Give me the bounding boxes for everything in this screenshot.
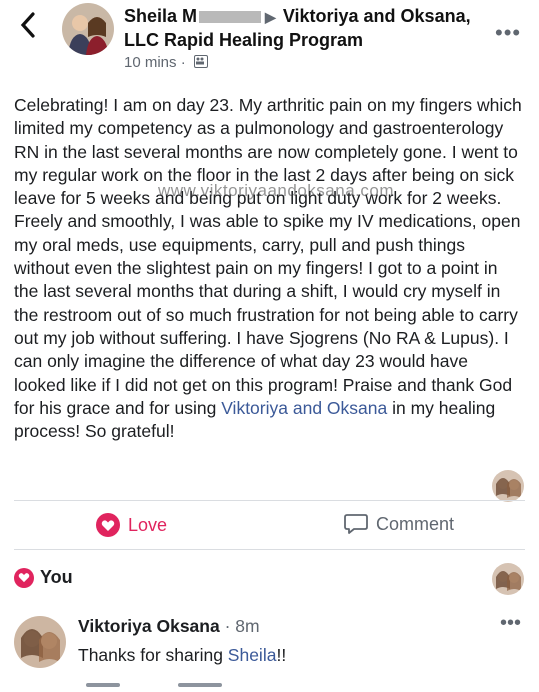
post-header: Sheila M ▶ Viktoriya and Oksana, LLC Rapi… — [0, 0, 539, 86]
action-bar: Love Comment — [0, 505, 539, 549]
mention-link[interactable]: Sheila — [228, 645, 277, 665]
comment-text-end: !! — [276, 645, 287, 665]
comment-header: Viktoriya Oksana · 8m — [78, 616, 260, 637]
post-title[interactable]: Sheila M ▶ Viktoriya and Oksana, LLC Rapi… — [124, 5, 484, 52]
divider-top — [14, 500, 525, 501]
reactor-avatar[interactable] — [492, 470, 524, 502]
watermark: www.viktoriyaandoksana.com — [158, 181, 394, 200]
viewer-avatar[interactable] — [492, 563, 524, 595]
love-button[interactable]: Love — [96, 513, 167, 537]
comment-icon — [344, 513, 368, 535]
redacted-name — [199, 11, 262, 24]
group-icon — [193, 55, 208, 68]
group-link[interactable]: Viktoriya and Oksana — [221, 398, 387, 418]
comment-text: Thanks for sharing Sheila!! — [78, 645, 286, 666]
comment-text-start: Thanks for sharing — [78, 645, 228, 665]
love-reaction-icon — [14, 567, 34, 588]
caret-right-icon: ▶ — [265, 9, 276, 25]
comment-time[interactable]: · 8m — [220, 616, 260, 636]
author-avatar[interactable] — [62, 3, 114, 55]
comment-button[interactable]: Comment — [344, 513, 454, 535]
comment-actions-cut — [78, 674, 238, 687]
reactions-summary[interactable]: You — [14, 567, 73, 588]
heart-icon — [96, 513, 120, 537]
post-time[interactable]: 10 mins — [124, 54, 177, 71]
commenter-name[interactable]: Viktoriya Oksana — [78, 616, 220, 636]
meta-separator: · — [180, 54, 186, 71]
chevron-left-icon[interactable] — [20, 12, 36, 44]
post-body: Celebrating! I am on day 23. My arthriti… — [14, 94, 524, 443]
more-horizontal-icon[interactable]: ••• — [495, 20, 521, 46]
comment-more-icon[interactable]: ••• — [500, 612, 521, 635]
post-text: Celebrating! I am on day 23. My arthriti… — [14, 95, 522, 418]
divider-bottom — [14, 549, 525, 550]
commenter-avatar[interactable] — [14, 616, 66, 668]
author-name[interactable]: Sheila M — [124, 6, 197, 26]
post-meta: 10 mins · — [124, 54, 208, 71]
reactions-label: You — [40, 567, 73, 587]
comment-label: Comment — [376, 513, 455, 534]
love-label: Love — [128, 514, 168, 535]
